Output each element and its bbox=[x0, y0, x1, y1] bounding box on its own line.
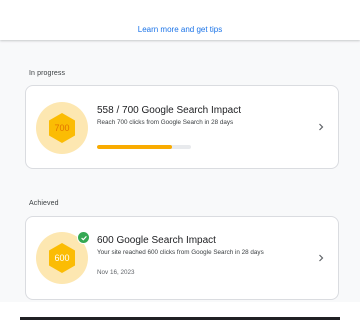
achievement-description: Reach 700 clicks from Google Search in 2… bbox=[97, 119, 234, 126]
section-label-in-progress: In progress bbox=[29, 70, 66, 77]
progress-bar-fill bbox=[97, 145, 172, 149]
chevron-right-icon[interactable] bbox=[316, 122, 326, 132]
page: Learn more and get tips In progress 700 … bbox=[0, 0, 360, 320]
achievement-card-achieved[interactable]: 600 600 Google Search Impact Your site r… bbox=[25, 216, 339, 300]
achievement-card-in-progress[interactable]: 700 558 / 700 Google Search Impact Reach… bbox=[25, 85, 339, 169]
achievement-description: Your site reached 600 clicks from Google… bbox=[97, 249, 264, 256]
check-circle-icon bbox=[77, 231, 90, 244]
achievement-title: 558 / 700 Google Search Impact bbox=[97, 105, 241, 116]
badge-600: 600 bbox=[36, 231, 90, 284]
section-label-achieved: Achieved bbox=[29, 200, 59, 207]
progress-bar bbox=[97, 145, 191, 149]
achievement-date: Nov 16, 2023 bbox=[97, 269, 135, 276]
tips-card: Learn more and get tips bbox=[0, 0, 360, 40]
achievement-title: 600 Google Search Impact bbox=[97, 235, 216, 246]
learn-more-link[interactable]: Learn more and get tips bbox=[0, 25, 360, 35]
badge-700: 700 bbox=[36, 102, 88, 154]
chevron-right-icon[interactable] bbox=[316, 253, 326, 263]
badge-value: 700 bbox=[54, 123, 70, 133]
